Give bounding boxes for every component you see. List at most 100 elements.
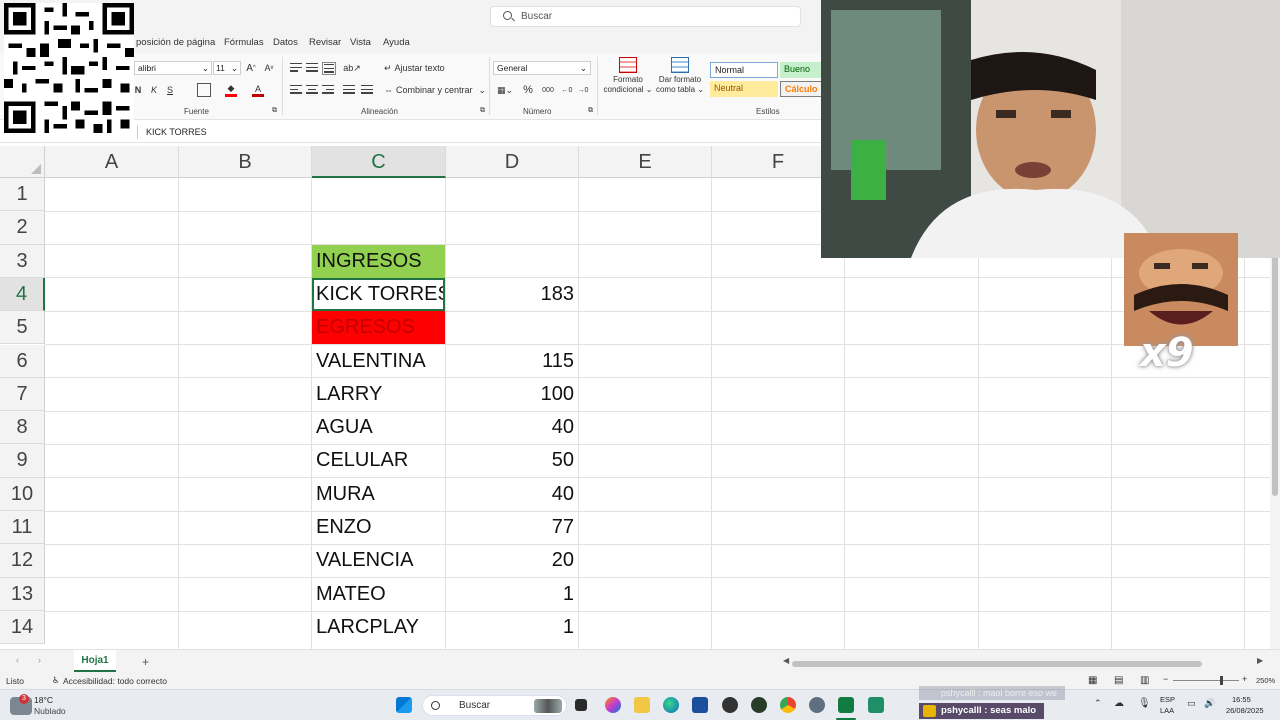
cell-c10[interactable]: MURA xyxy=(312,478,445,511)
dialog-launcher-icon[interactable]: ⧉ xyxy=(272,107,277,115)
underline-button[interactable]: S xyxy=(166,83,174,97)
cell-d14[interactable]: 1 xyxy=(446,611,578,644)
tab-formulas[interactable]: Fórmulas xyxy=(224,37,264,48)
decrease-decimal-icon[interactable]: →0 xyxy=(576,83,590,97)
page-break-view-icon[interactable]: ▥ xyxy=(1140,675,1149,686)
cell-c6[interactable]: VALENTINA xyxy=(312,345,445,378)
borders-icon[interactable] xyxy=(197,83,211,97)
row-header-2[interactable]: 2 xyxy=(0,211,45,245)
cell-c12[interactable]: VALENCIA xyxy=(312,544,445,577)
task-view-icon[interactable] xyxy=(575,699,587,711)
shrink-font-button[interactable]: Av xyxy=(263,61,275,75)
row-header-12[interactable]: 12 xyxy=(0,544,45,578)
clock-date[interactable]: 26/08/2025 xyxy=(1226,706,1264,715)
align-left-icon[interactable] xyxy=(290,85,302,95)
dialog-launcher-icon[interactable]: ⧉ xyxy=(480,107,485,115)
style-calculo[interactable]: Cálculo xyxy=(780,81,822,97)
copilot-icon[interactable] xyxy=(605,697,621,713)
language-1[interactable]: ESP xyxy=(1160,695,1175,704)
windows-start-icon[interactable] xyxy=(396,697,412,713)
zoom-slider-thumb[interactable] xyxy=(1220,676,1223,685)
increase-indent-icon[interactable] xyxy=(361,85,373,95)
cell-c3-ingresos[interactable]: INGRESOS xyxy=(312,244,445,278)
number-format-select[interactable]: General ⌄ xyxy=(493,61,591,75)
row-header-4[interactable]: 4 xyxy=(0,277,45,312)
column-header-c[interactable]: C xyxy=(312,146,446,178)
notepad-icon[interactable] xyxy=(868,697,884,713)
dialog-launcher-icon[interactable]: ⧉ xyxy=(588,107,593,115)
orientation-icon[interactable]: ab↗ xyxy=(343,61,361,75)
zoom-slider[interactable] xyxy=(1173,680,1239,681)
cell-c14[interactable]: LARCPLAY xyxy=(312,611,445,644)
row-header-9[interactable]: 9 xyxy=(0,444,45,478)
grow-font-button[interactable]: A ^ xyxy=(245,61,257,75)
search-input[interactable]: Buscar xyxy=(490,6,801,27)
settings-icon[interactable] xyxy=(809,697,825,713)
cloud-icon[interactable]: ☁ xyxy=(1114,698,1124,709)
edge-icon[interactable] xyxy=(663,697,679,713)
conditional-format-button[interactable]: Formato condicional ⌄ xyxy=(600,57,656,95)
row-header-5[interactable]: 5 xyxy=(0,311,45,345)
row-header-1[interactable]: 1 xyxy=(0,178,45,212)
cell-d13[interactable]: 1 xyxy=(446,578,578,611)
select-all-corner[interactable] xyxy=(0,146,45,178)
horizontal-scroll-thumb[interactable] xyxy=(792,661,1202,667)
accounting-format-icon[interactable]: ▦⌄ xyxy=(495,83,515,97)
font-name-select[interactable]: alibri ⌄ xyxy=(134,61,212,75)
tab-view[interactable]: Vista xyxy=(350,37,371,48)
style-bueno[interactable]: Bueno xyxy=(780,62,822,78)
clock-time[interactable]: 16:55 xyxy=(1232,695,1251,704)
tab-review[interactable]: Revisar xyxy=(309,37,341,48)
fill-color-icon[interactable]: ◆ xyxy=(225,83,237,97)
next-sheet-icon[interactable]: › xyxy=(38,655,41,665)
cell-d6[interactable]: 115 xyxy=(446,345,578,378)
tab-help[interactable]: Ayuda xyxy=(383,37,410,48)
cell-d9[interactable]: 50 xyxy=(446,444,578,477)
sheet-tab-hoja1[interactable]: Hoja1 xyxy=(74,650,116,672)
align-top-icon[interactable] xyxy=(290,63,302,73)
zoom-level[interactable]: 250% xyxy=(1256,676,1275,685)
volume-icon[interactable]: 🔊 xyxy=(1204,698,1215,709)
row-header-8[interactable]: 8 xyxy=(0,411,45,445)
italic-button[interactable]: K xyxy=(150,83,158,97)
cell-c11[interactable]: ENZO xyxy=(312,511,445,544)
scroll-right-icon[interactable]: ▶ xyxy=(1257,656,1263,665)
cell-c4-active[interactable]: KICK TORRES xyxy=(312,277,445,311)
font-size-select[interactable]: 11 ⌄ xyxy=(213,61,241,75)
column-header-d[interactable]: D xyxy=(446,146,579,178)
scroll-left-icon[interactable]: ◀ xyxy=(783,656,789,665)
cell-d7[interactable]: 100 xyxy=(446,378,578,411)
cell-d8[interactable]: 40 xyxy=(446,411,578,444)
prev-sheet-icon[interactable]: ‹ xyxy=(16,655,19,665)
add-sheet-button[interactable]: + xyxy=(142,655,149,669)
monitor-icon[interactable]: ▭ xyxy=(1187,698,1196,709)
formula-content[interactable]: KICK TORRES xyxy=(146,127,207,137)
cell-d10[interactable]: 40 xyxy=(446,478,578,511)
percent-button[interactable]: % xyxy=(522,83,534,97)
row-header-7[interactable]: 7 xyxy=(0,377,45,412)
obs-icon[interactable] xyxy=(722,697,738,713)
cell-c8[interactable]: AGUA xyxy=(312,411,445,444)
tab-data[interactable]: Datos xyxy=(273,37,298,48)
increase-decimal-icon[interactable]: ←0 xyxy=(560,83,574,97)
column-header-b[interactable]: B xyxy=(179,146,312,178)
cell-c9[interactable]: CELULAR xyxy=(312,444,445,477)
file-explorer-icon[interactable] xyxy=(634,697,650,713)
column-header-a[interactable]: A xyxy=(45,146,179,178)
page-layout-view-icon[interactable]: ▤ xyxy=(1114,675,1123,686)
thousands-separator-button[interactable]: 000 xyxy=(540,83,556,97)
decrease-indent-icon[interactable] xyxy=(343,85,355,95)
row-header-11[interactable]: 11 xyxy=(0,511,45,545)
row-header-10[interactable]: 10 xyxy=(0,477,45,511)
style-normal[interactable]: Normal xyxy=(710,62,778,78)
align-center-icon[interactable] xyxy=(306,85,318,95)
chrome-icon[interactable] xyxy=(780,697,796,713)
cell-d11[interactable]: 77 xyxy=(446,511,578,544)
cell-c5-egresos[interactable]: EGRESOS xyxy=(312,311,445,345)
cell-d12[interactable]: 20 xyxy=(446,544,578,577)
align-bottom-icon[interactable] xyxy=(322,62,336,75)
format-as-table-button[interactable]: Dar formato como tabla ⌄ xyxy=(654,57,706,95)
app-icon[interactable] xyxy=(751,697,767,713)
cell-d4[interactable]: 183 xyxy=(446,278,578,311)
language-2[interactable]: LAA xyxy=(1160,706,1174,715)
